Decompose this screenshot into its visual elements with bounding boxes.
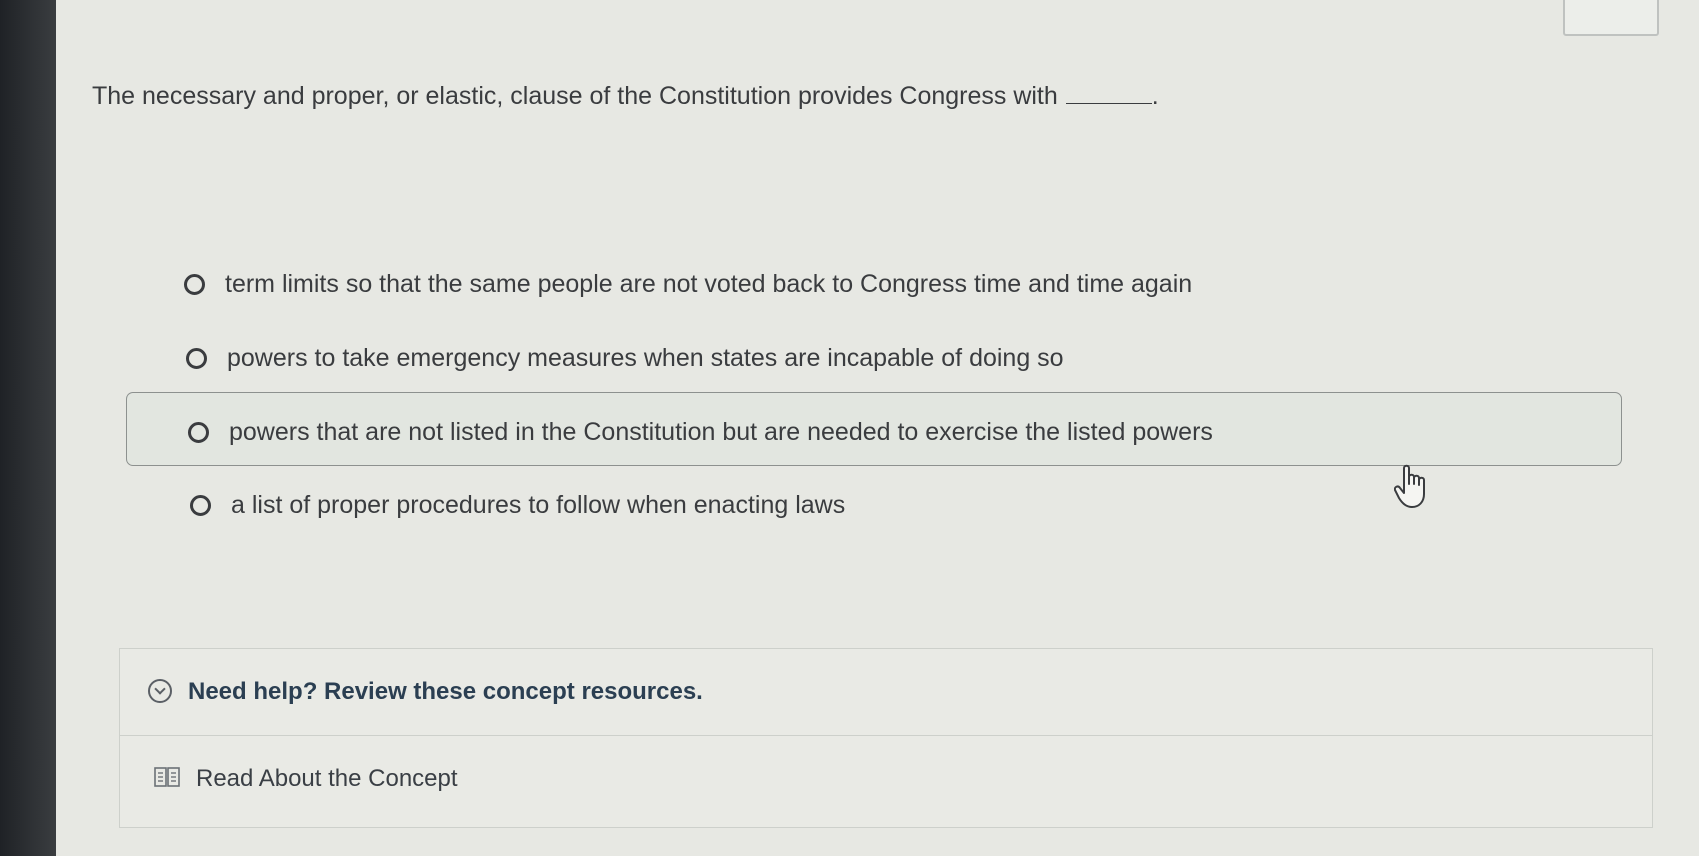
screen-edge xyxy=(0,0,56,856)
question-prompt: The necessary and proper, or elastic, cl… xyxy=(92,82,1159,111)
question-page: The necessary and proper, or elastic, cl… xyxy=(56,0,1699,856)
hand-pointer-cursor-icon xyxy=(1394,464,1425,508)
radio-button[interactable] xyxy=(190,495,211,516)
answer-option-label: powers to take emergency measures when s… xyxy=(227,344,1064,372)
help-panel-title[interactable]: Need help? Review these concept resource… xyxy=(188,678,703,706)
radio-button[interactable] xyxy=(186,348,207,369)
question-suffix: . xyxy=(1151,82,1159,110)
question-text: The necessary and proper, or elastic, cl… xyxy=(92,82,1058,110)
top-right-control[interactable] xyxy=(1563,0,1659,36)
answer-option-2[interactable]: powers to take emergency measures when s… xyxy=(186,344,1064,373)
help-panel-header[interactable]: Need help? Review these concept resource… xyxy=(120,649,1652,736)
answer-option-label: term limits so that the same people are … xyxy=(225,270,1193,298)
help-panel: Need help? Review these concept resource… xyxy=(119,648,1653,828)
answer-option-label: powers that are not listed in the Consti… xyxy=(229,418,1213,446)
chevron-down-circle-icon[interactable] xyxy=(148,679,172,703)
answer-option-label: a list of proper procedures to follow wh… xyxy=(231,491,846,519)
read-about-concept-label[interactable]: Read About the Concept xyxy=(196,765,458,793)
answer-option-1[interactable]: term limits so that the same people are … xyxy=(184,270,1192,299)
radio-button[interactable] xyxy=(184,274,205,295)
answer-option-4[interactable]: a list of proper procedures to follow wh… xyxy=(190,491,845,520)
radio-button[interactable] xyxy=(188,422,209,443)
answer-option-3[interactable]: powers that are not listed in the Consti… xyxy=(188,418,1213,447)
answer-blank xyxy=(1065,85,1152,104)
book-icon xyxy=(154,767,180,787)
